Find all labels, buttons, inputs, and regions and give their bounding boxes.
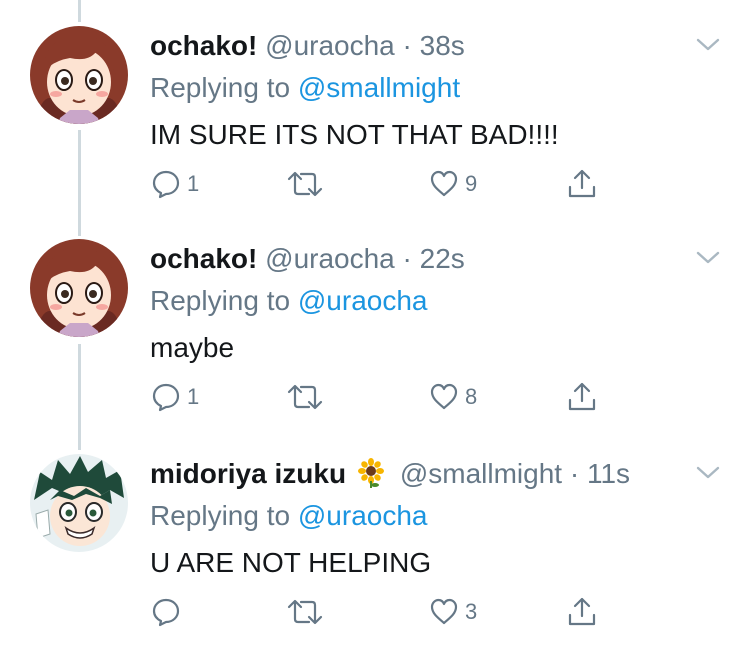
replying-to-mention[interactable]: @uraocha [298,500,428,531]
like-button[interactable]: 3 [429,592,477,632]
tweet[interactable]: ochako! @uraocha · 38s Replying to @smal… [0,0,750,212]
tweet-actions: 3 [0,592,750,632]
reply-button[interactable]: 1 [151,164,199,204]
timestamp[interactable]: 22s [420,243,465,274]
retweet-icon [287,384,323,410]
replying-to-mention[interactable]: @uraocha [298,285,428,316]
reply-count: 1 [187,384,200,409]
tweet-actions: 1 8 [0,377,750,417]
display-name[interactable]: midoriya izuku [150,458,346,489]
retweet-button[interactable] [287,592,323,632]
like-count: 3 [465,599,478,624]
tweet-text: IM SURE ITS NOT THAT BAD!!!! [150,119,559,150]
avatar[interactable] [30,454,128,552]
replying-to: Replying to @uraocha [150,284,427,318]
like-button[interactable]: 9 [429,164,477,204]
share-button[interactable] [566,592,598,632]
separator-dot: · [402,243,412,274]
replying-to: Replying to @smallmight [150,71,460,105]
replying-to-label: Replying to [150,285,298,316]
display-name[interactable]: ochako! [150,243,257,274]
retweet-button[interactable] [287,377,323,417]
like-count: 8 [465,384,478,409]
like-icon [430,383,458,410]
reply-icon [152,383,180,412]
retweet-button[interactable] [287,164,323,204]
username[interactable]: @uraocha [265,30,395,61]
like-icon [430,598,458,625]
like-count: 9 [465,171,478,196]
separator-dot: · [402,30,412,61]
timestamp[interactable]: 38s [420,30,465,61]
tweet-header: ochako! @uraocha · 22s [150,242,465,276]
tweet-text: U ARE NOT HELPING [150,547,432,578]
tweet-actions: 1 9 [0,164,750,204]
reply-icon [152,598,180,627]
username[interactable]: @smallmight [400,458,562,489]
display-name[interactable]: ochako! [150,30,257,61]
tweet[interactable]: ochako! @uraocha · 22s Replying to @urao… [0,213,750,425]
tweet-header: midoriya izuku @smallmight · 11s [150,457,630,491]
sunflower-emoji [358,458,385,488]
reply-button[interactable]: 1 [151,377,199,417]
chevron-down-icon[interactable] [695,36,721,54]
timestamp[interactable]: 11s [587,458,630,489]
share-button[interactable] [566,164,598,204]
tweet-text: maybe [150,332,235,363]
replying-to: Replying to @uraocha [150,499,427,533]
like-icon [430,170,458,197]
separator-dot: · [569,458,580,489]
tweet[interactable]: midoriya izuku @smallmight · 11s Replyin… [0,428,750,640]
share-icon [568,597,596,626]
replying-to-label: Replying to [150,72,298,103]
replying-to-label: Replying to [150,500,298,531]
share-button[interactable] [566,377,598,417]
replying-to-mention[interactable]: @smallmight [298,72,460,103]
chevron-down-icon[interactable] [695,464,721,482]
share-icon [568,169,596,198]
chevron-down-icon[interactable] [695,249,721,267]
avatar[interactable] [30,239,128,337]
like-button[interactable]: 8 [429,377,477,417]
retweet-icon [287,599,323,625]
share-icon [568,382,596,411]
reply-button[interactable] [151,592,187,632]
reply-icon [152,170,180,199]
avatar[interactable] [30,26,128,124]
username[interactable]: @uraocha [265,243,395,274]
reply-count: 1 [187,171,200,196]
retweet-icon [287,171,323,197]
tweet-header: ochako! @uraocha · 38s [150,29,465,63]
